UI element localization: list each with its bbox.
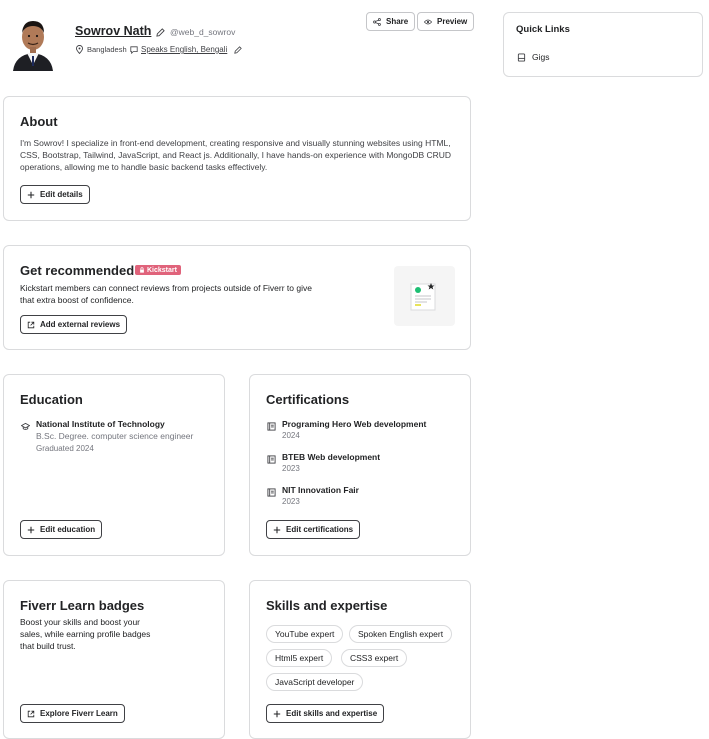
get-recommended-title: Get recommended — [20, 263, 135, 278]
certification-name: Programing Hero Web development — [282, 419, 427, 429]
quick-link-gigs-label: Gigs — [532, 52, 550, 62]
edit-education-label: Edit education — [40, 525, 96, 534]
certifications-title: Certifications — [266, 392, 350, 407]
certificate-icon — [266, 454, 276, 464]
edit-certifications-button[interactable]: Edit certifications — [266, 520, 361, 539]
explore-fiverr-learn-button[interactable]: Explore Fiverr Learn — [20, 704, 125, 723]
skill-pill[interactable]: YouTube expert — [266, 625, 344, 643]
gigs-icon — [517, 52, 526, 62]
lock-icon — [140, 267, 144, 273]
certification-name: NIT Innovation Fair — [282, 485, 359, 495]
external-link-icon — [27, 710, 35, 717]
share-icon — [373, 17, 381, 26]
edit-certifications-label: Edit certifications — [286, 525, 354, 534]
profile-languages[interactable]: Speaks English, Bengali — [141, 45, 227, 54]
education-school: National Institute of Technology — [36, 419, 165, 429]
add-external-reviews-label: Add external reviews — [40, 320, 121, 329]
plus-icon — [27, 191, 35, 198]
eye-icon — [424, 19, 432, 24]
get-recommended-text: Kickstart members can connect reviews fr… — [20, 283, 312, 305]
share-button[interactable]: Share — [366, 12, 416, 31]
education-title: Education — [20, 392, 83, 407]
quick-links-card: Quick Links Gigs — [503, 12, 703, 77]
certification-year: 2023 — [282, 497, 300, 506]
profile-name[interactable]: Sowrov Nath — [75, 24, 151, 38]
skill-pill[interactable]: CSS3 expert — [341, 649, 408, 667]
edit-languages-pencil-icon[interactable] — [233, 45, 242, 54]
education-degree: B.Sc. Degree. computer science engineer — [36, 431, 194, 441]
skill-pill[interactable]: Html5 expert — [266, 649, 333, 667]
edit-details-button[interactable]: Edit details — [20, 185, 90, 204]
certification-name: BTEB Web development — [282, 452, 381, 462]
get-recommended-card: Get recommended Kickstart Kickstart memb… — [3, 245, 471, 350]
certification-year: 2023 — [282, 464, 300, 473]
skill-pill[interactable]: JavaScript developer — [266, 673, 364, 691]
about-text: I'm Sowrov! I specialize in front-end de… — [20, 138, 452, 172]
profile-country: Bangladesh — [87, 45, 127, 54]
profile-username: @web_d_sowrov — [170, 27, 236, 37]
about-card: About I'm Sowrov! I specialize in front-… — [3, 96, 471, 221]
edit-details-label: Edit details — [40, 190, 83, 199]
plus-icon — [273, 526, 281, 533]
review-illustration — [394, 266, 455, 326]
explore-fiverr-learn-label: Explore Fiverr Learn — [40, 709, 118, 718]
skill-pill[interactable]: Spoken English expert — [349, 625, 453, 643]
preview-button[interactable]: Preview — [417, 12, 475, 31]
skills-title: Skills and expertise — [266, 598, 388, 613]
graduation-cap-icon — [20, 421, 30, 431]
edit-skills-label: Edit skills and expertise — [286, 709, 378, 718]
education-graduated: Graduated 2024 — [36, 444, 94, 453]
add-external-reviews-button[interactable]: Add external reviews — [20, 315, 128, 334]
external-link-icon — [27, 321, 35, 328]
certification-year: 2024 — [282, 431, 300, 440]
fiverr-learn-badges-card: Fiverr Learn badges Boost your skills an… — [3, 580, 225, 739]
plus-icon — [27, 526, 35, 533]
certificate-icon — [266, 487, 276, 497]
edit-education-button[interactable]: Edit education — [20, 520, 103, 539]
quick-links-title: Quick Links — [516, 24, 570, 35]
about-title: About — [20, 114, 58, 129]
speech-bubble-icon — [129, 45, 138, 54]
fiverr-learn-badges-text: Boost your skills and boost your sales, … — [20, 617, 151, 651]
plus-icon — [273, 710, 281, 717]
kickstart-badge: Kickstart — [135, 265, 181, 275]
preview-label: Preview — [437, 17, 468, 26]
share-label: Share — [386, 17, 409, 26]
education-card: Education National Institute of Technolo… — [3, 374, 225, 556]
kickstart-badge-label: Kickstart — [147, 266, 177, 274]
avatar[interactable] — [11, 15, 55, 71]
edit-skills-button[interactable]: Edit skills and expertise — [266, 704, 385, 723]
certifications-card: Certifications Programing Hero Web devel… — [249, 374, 471, 556]
fiverr-learn-badges-title: Fiverr Learn badges — [20, 598, 145, 613]
edit-name-pencil-icon[interactable] — [155, 27, 165, 37]
quick-link-gigs[interactable]: Gigs — [517, 52, 549, 62]
location-pin-icon — [75, 45, 83, 54]
skills-card: Skills and expertise YouTube expert Spok… — [249, 580, 471, 739]
certificate-icon — [266, 421, 276, 431]
